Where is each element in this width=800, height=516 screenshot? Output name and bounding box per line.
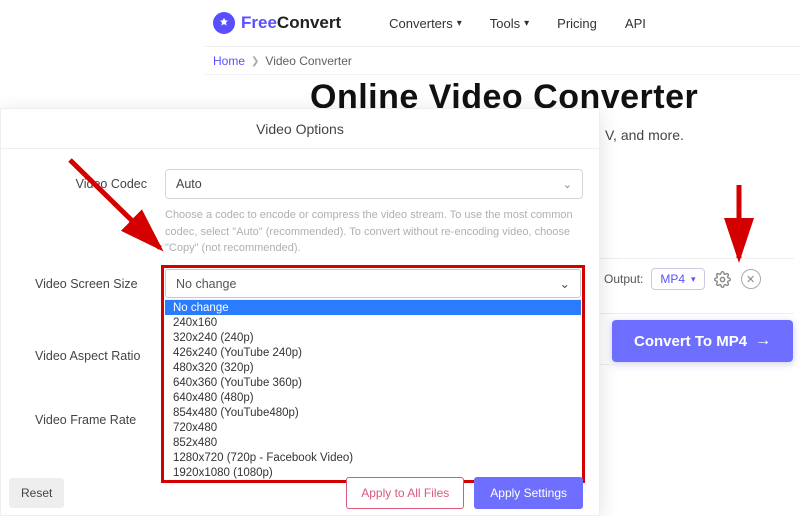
breadcrumb-current: Video Converter	[265, 54, 352, 68]
chevron-down-icon: ▾	[524, 18, 529, 29]
screen-size-option[interactable]: 480x320 (320p)	[165, 360, 581, 375]
screen-size-option[interactable]: 854x480 (YouTube480p)	[165, 405, 581, 420]
close-icon[interactable]: ✕	[741, 269, 761, 289]
chevron-down-icon: ▾	[691, 274, 696, 285]
chevron-down-icon: ⌄	[560, 276, 570, 291]
chevron-down-icon: ⌄	[563, 178, 572, 191]
apply-settings-button[interactable]: Apply Settings	[474, 477, 583, 509]
screen-size-option[interactable]: 852x480	[165, 435, 581, 450]
screen-size-select[interactable]: No change ⌄	[165, 269, 581, 298]
output-label: Output:	[604, 272, 643, 286]
screen-size-option[interactable]: 320x240 (240p)	[165, 330, 581, 345]
codec-label: Video Codec	[17, 169, 147, 191]
modal-title: Video Options	[1, 109, 599, 149]
screen-size-dropdown[interactable]: No change240x160320x240 (240p)426x240 (Y…	[165, 299, 581, 479]
aspect-ratio-label: Video Aspect Ratio	[35, 349, 140, 363]
logo-mark-icon	[213, 12, 235, 34]
output-format-select[interactable]: MP4 ▾	[651, 268, 704, 290]
screen-size-option[interactable]: 640x360 (YouTube 360p)	[165, 375, 581, 390]
nav-converters[interactable]: Converters▾	[389, 16, 462, 31]
brand-free: Free	[241, 13, 277, 32]
nav-tools[interactable]: Tools▾	[490, 16, 529, 31]
brand-logo[interactable]: FreeConvert	[213, 12, 341, 34]
screen-size-option[interactable]: No change	[165, 300, 581, 315]
brand-convert: Convert	[277, 13, 341, 32]
screen-size-option[interactable]: 720x480	[165, 420, 581, 435]
codec-helper: Choose a codec to encode or compress the…	[165, 207, 583, 257]
nav-api[interactable]: API	[625, 16, 646, 31]
chevron-down-icon: ▾	[457, 18, 462, 29]
breadcrumb: Home ❯ Video Converter	[213, 54, 352, 68]
screen-size-option[interactable]: 640x480 (480p)	[165, 390, 581, 405]
breadcrumb-home[interactable]: Home	[213, 54, 245, 68]
nav-pricing[interactable]: Pricing	[557, 16, 597, 31]
reset-button[interactable]: Reset	[9, 478, 64, 508]
screen-size-option[interactable]: 1280x720 (720p - Facebook Video)	[165, 450, 581, 465]
video-options-modal: Video Options Video Codec Auto ⌄ Choose …	[0, 108, 600, 516]
chevron-right-icon: ❯	[251, 56, 259, 67]
convert-button[interactable]: Convert To MP4 →	[612, 320, 793, 362]
page-subtitle-tail: V, and more.	[605, 127, 684, 143]
arrow-right-icon: →	[755, 332, 771, 350]
codec-select[interactable]: Auto ⌄	[165, 169, 583, 199]
screen-size-option[interactable]: 240x160	[165, 315, 581, 330]
apply-all-button[interactable]: Apply to All Files	[346, 477, 464, 509]
screen-size-option[interactable]: 426x240 (YouTube 240p)	[165, 345, 581, 360]
annotation-arrow-icon	[724, 180, 754, 270]
gear-icon[interactable]	[713, 269, 733, 289]
frame-rate-label: Video Frame Rate	[35, 413, 136, 427]
screen-size-label: Video Screen Size	[35, 277, 138, 291]
